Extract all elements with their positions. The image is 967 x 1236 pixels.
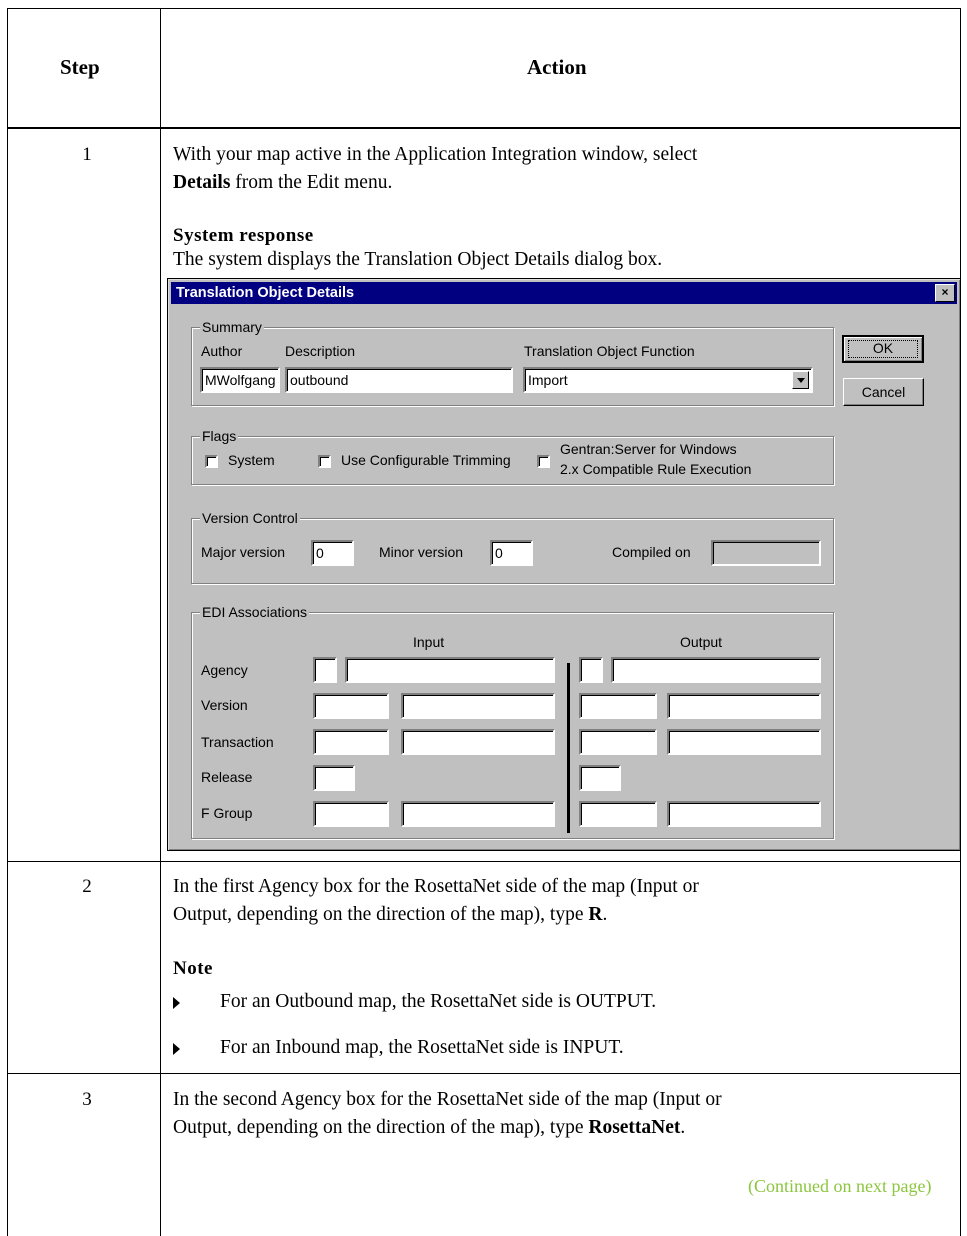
step-number-2: 2 [82,876,92,897]
system-response-text: The system displays the Translation Obje… [173,249,663,270]
minor-version-field[interactable]: 0 [490,540,533,566]
input-fgroup-field[interactable] [313,801,389,827]
summary-group-label: Summary [200,319,264,335]
step-3-text: In the second Agency box for the Rosetta… [173,1086,953,1142]
edi-associations-group-label: EDI Associations [200,604,310,620]
system-response-heading: System response [173,225,314,246]
dialog-title: Translation Object Details [176,285,355,301]
input-agency-name-field[interactable] [345,657,555,683]
input-version-field[interactable] [313,693,389,719]
table-column-divider [160,8,161,1236]
output-version-desc-field[interactable] [667,693,821,719]
ok-button-focus-ring [848,340,918,358]
system-checkbox[interactable] [205,455,218,468]
step-3-line2: Output, depending on the direction of th… [173,1114,953,1142]
step-1-bold-term: Details [173,172,231,193]
step-1-text: With your map active in the Application … [173,141,953,197]
edi-output-heading: Output [680,634,723,650]
step-1-line2-rest: from the Edit menu. [230,172,393,193]
compiled-on-field [711,540,821,566]
step-3-bold-term: RosettaNet [588,1117,681,1138]
step-1-line2: Details from the Edit menu. [173,169,953,197]
step-3-line2-text: Output, depending on the direction of th… [173,1117,589,1138]
trimming-checkbox[interactable] [318,455,331,468]
step-2-text: In the first Agency box for the RosettaN… [173,873,953,929]
step-3-line1: In the second Agency box for the Rosetta… [173,1089,722,1110]
step-number-1: 1 [82,144,92,165]
version-label: Version [201,697,248,713]
step-2-line2-text: Output, depending on the direction of th… [173,904,589,925]
bullet-icon [173,997,180,1009]
trimming-checkbox-label: Use Configurable Trimming [341,452,511,468]
step-number-3: 3 [82,1089,92,1110]
input-agency-code-field[interactable] [313,657,337,683]
note-bullet-2-text: For an Inbound map, the RosettaNet side … [220,1037,624,1058]
table-border-left [7,8,8,1236]
output-version-field[interactable] [579,693,657,719]
note-heading: Note [173,958,213,979]
output-transaction-field[interactable] [579,729,657,755]
step-1-line1: With your map active in the Application … [173,144,698,165]
table-border-top [7,8,961,9]
description-field[interactable]: outbound [285,367,513,393]
version-control-group-label: Version Control [200,510,300,526]
ok-button[interactable]: OK [842,335,924,363]
system-checkbox-label: System [228,452,275,468]
gentran-checkbox[interactable] [537,455,550,468]
table-header-rule [7,127,961,129]
compiled-on-label: Compiled on [612,544,691,560]
fgroup-label: F Group [201,805,253,821]
input-version-desc-field[interactable] [401,693,555,719]
step-2-line1: In the first Agency box for the RosettaN… [173,876,699,897]
major-version-field[interactable]: 0 [311,540,354,566]
input-fgroup-desc-field[interactable] [401,801,555,827]
row-divider-2 [7,1073,961,1074]
function-select-value: Import [528,372,568,388]
output-release-field[interactable] [579,765,621,791]
input-transaction-field[interactable] [313,729,389,755]
step-2-bold-term: R [588,904,603,925]
description-label: Description [285,343,356,359]
transaction-label: Transaction [201,734,274,750]
cancel-button[interactable]: Cancel [843,378,924,406]
gentran-label-line2: 2.x Compatible Rule Execution [560,461,752,477]
author-field[interactable]: MWolfgang [200,367,280,393]
output-agency-name-field[interactable] [611,657,821,683]
output-fgroup-desc-field[interactable] [667,801,821,827]
continued-note: (Continued on next page) [748,1176,932,1196]
step-2-line2: Output, depending on the direction of th… [173,901,953,929]
edi-input-heading: Input [413,634,445,650]
translation-object-details-dialog: Translation Object Details × Summary Aut… [167,278,961,851]
close-icon[interactable]: × [935,284,955,302]
gentran-label-line1: Gentran:Server for Windows [560,441,737,457]
header-action: Action [527,55,587,79]
major-version-label: Major version [201,544,286,560]
row-divider-1 [7,861,961,862]
step-3-line2-end: . [680,1117,686,1138]
output-transaction-desc-field[interactable] [667,729,821,755]
output-agency-code-field[interactable] [579,657,603,683]
release-label: Release [201,769,253,785]
step-2-line2-end: . [602,904,608,925]
input-release-field[interactable] [313,765,355,791]
function-label: Translation Object Function [524,343,695,359]
input-transaction-desc-field[interactable] [401,729,555,755]
input-output-divider [567,663,570,833]
agency-label: Agency [201,662,248,678]
author-label: Author [201,343,243,359]
output-fgroup-field[interactable] [579,801,657,827]
flags-group-label: Flags [200,428,239,444]
function-select[interactable]: Import [523,367,813,393]
bullet-icon [173,1043,180,1055]
dialog-title-bar: Translation Object Details × [171,282,957,304]
header-step: Step [60,55,100,79]
chevron-down-icon[interactable] [792,371,809,389]
note-bullet-1-text: For an Outbound map, the RosettaNet side… [220,991,657,1012]
minor-version-label: Minor version [379,544,464,560]
